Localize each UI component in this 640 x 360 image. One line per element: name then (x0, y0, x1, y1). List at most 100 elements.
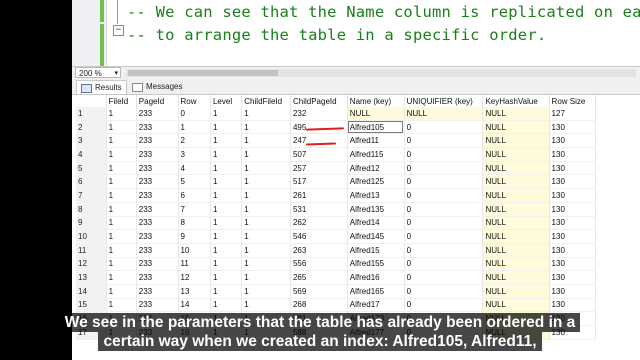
table-cell[interactable]: NULL (482, 120, 550, 135)
table-cell[interactable]: 261 (290, 188, 348, 203)
table-cell[interactable]: 127 (549, 107, 597, 121)
table-row[interactable]: 15 1 233 14 1 1 268 Alfred17 0 NULL 130 (76, 298, 597, 313)
table-cell[interactable]: 233 (136, 243, 179, 258)
column-header[interactable]: FileId (106, 95, 137, 107)
table-cell[interactable]: 233 (136, 202, 179, 217)
table-row[interactable]: 5 1 233 4 1 1 257 Alfred12 0 NULL 130 (76, 161, 597, 176)
row-number[interactable]: 12 (76, 257, 107, 272)
row-number[interactable]: 6 (76, 174, 107, 190)
column-header[interactable]: Level (210, 95, 243, 107)
table-cell[interactable]: 1 (210, 174, 243, 190)
table-cell[interactable]: NULL (482, 229, 550, 244)
table-row[interactable]: 12 1 233 11 1 1 556 Alfred155 0 NULL 130 (76, 257, 597, 272)
table-cell[interactable]: 130 (549, 243, 597, 258)
table-cell[interactable]: 1 (241, 257, 291, 272)
table-cell[interactable]: 1 (210, 107, 243, 121)
row-number[interactable]: 2 (76, 120, 107, 135)
table-cell[interactable]: 11 (178, 257, 211, 272)
table-cell[interactable]: NULL (482, 147, 550, 162)
table-cell[interactable]: 1 (210, 216, 243, 231)
table-cell[interactable]: 1 (106, 107, 137, 121)
table-cell[interactable]: 0 (404, 270, 484, 285)
table-cell[interactable]: 1 (106, 133, 137, 149)
table-cell[interactable]: 0 (404, 229, 484, 244)
table-cell[interactable]: 6 (178, 188, 211, 203)
table-cell[interactable]: 0 (404, 257, 484, 272)
table-cell[interactable]: 233 (136, 284, 179, 299)
table-cell[interactable]: 1 (210, 243, 243, 258)
zoom-dropdown[interactable]: 200 % ▾ (75, 67, 121, 78)
table-cell[interactable]: 1 (178, 120, 211, 135)
table-cell[interactable]: 233 (136, 229, 179, 244)
table-cell[interactable]: 0 (404, 298, 484, 313)
table-cell[interactable]: 1 (241, 188, 291, 203)
table-cell[interactable]: Alfred105 (347, 120, 405, 135)
table-cell[interactable]: 12 (178, 270, 211, 285)
table-cell[interactable]: NULL (482, 133, 550, 149)
table-cell[interactable]: 0 (404, 120, 484, 135)
table-cell[interactable]: 1 (210, 133, 243, 149)
table-cell[interactable]: 0 (404, 216, 484, 231)
column-header[interactable]: ChildPageId (290, 95, 348, 107)
table-cell[interactable]: 7 (178, 202, 211, 217)
table-cell[interactable]: 13 (178, 284, 211, 299)
table-cell[interactable]: Alfred16 (347, 270, 405, 285)
column-header[interactable] (76, 95, 107, 107)
table-row[interactable]: 10 1 233 9 1 1 546 Alfred145 0 NULL 130 (76, 229, 597, 244)
table-cell[interactable]: 0 (178, 107, 211, 121)
row-number[interactable]: 10 (76, 229, 107, 244)
table-cell[interactable]: Alfred17 (347, 298, 405, 313)
table-cell[interactable]: 1 (241, 229, 291, 244)
table-cell[interactable]: 1 (106, 174, 137, 190)
table-cell[interactable]: NULL (482, 107, 550, 121)
table-cell[interactable]: 130 (549, 147, 597, 162)
row-number[interactable]: 4 (76, 147, 107, 162)
results-grid[interactable]: FileId PageId Row Level ChildFileId ChildPage… (76, 95, 597, 340)
table-cell[interactable]: 0 (404, 147, 484, 162)
table-cell[interactable]: 233 (136, 174, 179, 190)
table-cell[interactable]: 130 (549, 257, 597, 272)
table-cell[interactable]: 1 (210, 229, 243, 244)
table-cell[interactable]: 247 (290, 133, 348, 149)
table-cell[interactable]: 0 (404, 202, 484, 217)
table-cell[interactable]: Alfred115 (347, 147, 405, 162)
table-cell[interactable]: Alfred125 (347, 174, 405, 190)
table-cell[interactable]: 268 (290, 298, 348, 313)
table-cell[interactable]: 8 (178, 216, 211, 231)
table-cell[interactable]: 546 (290, 229, 348, 244)
table-cell[interactable]: 130 (549, 133, 597, 149)
horizontal-scrollbar[interactable] (126, 69, 636, 77)
table-cell[interactable]: 1 (210, 270, 243, 285)
column-header[interactable]: KeyHashValue (482, 95, 550, 107)
table-cell[interactable]: 130 (549, 284, 597, 299)
table-row[interactable]: 13 1 233 12 1 1 265 Alfred16 0 NULL 130 (76, 270, 597, 285)
table-cell[interactable]: 1 (210, 147, 243, 162)
table-cell[interactable]: 2 (178, 133, 211, 149)
table-cell[interactable]: Alfred145 (347, 229, 405, 244)
table-cell[interactable]: 130 (549, 120, 597, 135)
table-cell[interactable]: 130 (549, 202, 597, 217)
table-cell[interactable]: NULL (482, 161, 550, 176)
row-number[interactable]: 9 (76, 216, 107, 231)
column-header[interactable]: Row Size (549, 95, 597, 107)
row-number[interactable]: 14 (76, 284, 107, 299)
table-cell[interactable]: NULL (482, 243, 550, 258)
collapse-toggle-icon[interactable]: − (113, 25, 124, 36)
column-header[interactable]: Name (key) (347, 95, 405, 107)
table-cell[interactable]: NULL (482, 188, 550, 203)
table-cell[interactable]: 262 (290, 216, 348, 231)
table-cell[interactable]: 1 (106, 147, 137, 162)
table-cell[interactable]: NULL (482, 284, 550, 299)
table-cell[interactable]: 1 (210, 257, 243, 272)
table-cell[interactable]: 1 (241, 147, 291, 162)
table-cell[interactable]: 569 (290, 284, 348, 299)
table-cell[interactable]: 1 (241, 202, 291, 217)
table-cell[interactable]: 1 (106, 161, 137, 176)
table-cell[interactable]: Alfred12 (347, 161, 405, 176)
column-header[interactable]: PageId (136, 95, 179, 107)
table-cell[interactable]: 556 (290, 257, 348, 272)
column-header[interactable]: UNIQUIFIER (key) (404, 95, 484, 107)
table-row[interactable]: 1 1 233 0 1 1 232 NULL NULL NULL 127 (76, 107, 597, 121)
table-cell[interactable]: 1 (106, 284, 137, 299)
table-cell[interactable]: 1 (106, 298, 137, 313)
